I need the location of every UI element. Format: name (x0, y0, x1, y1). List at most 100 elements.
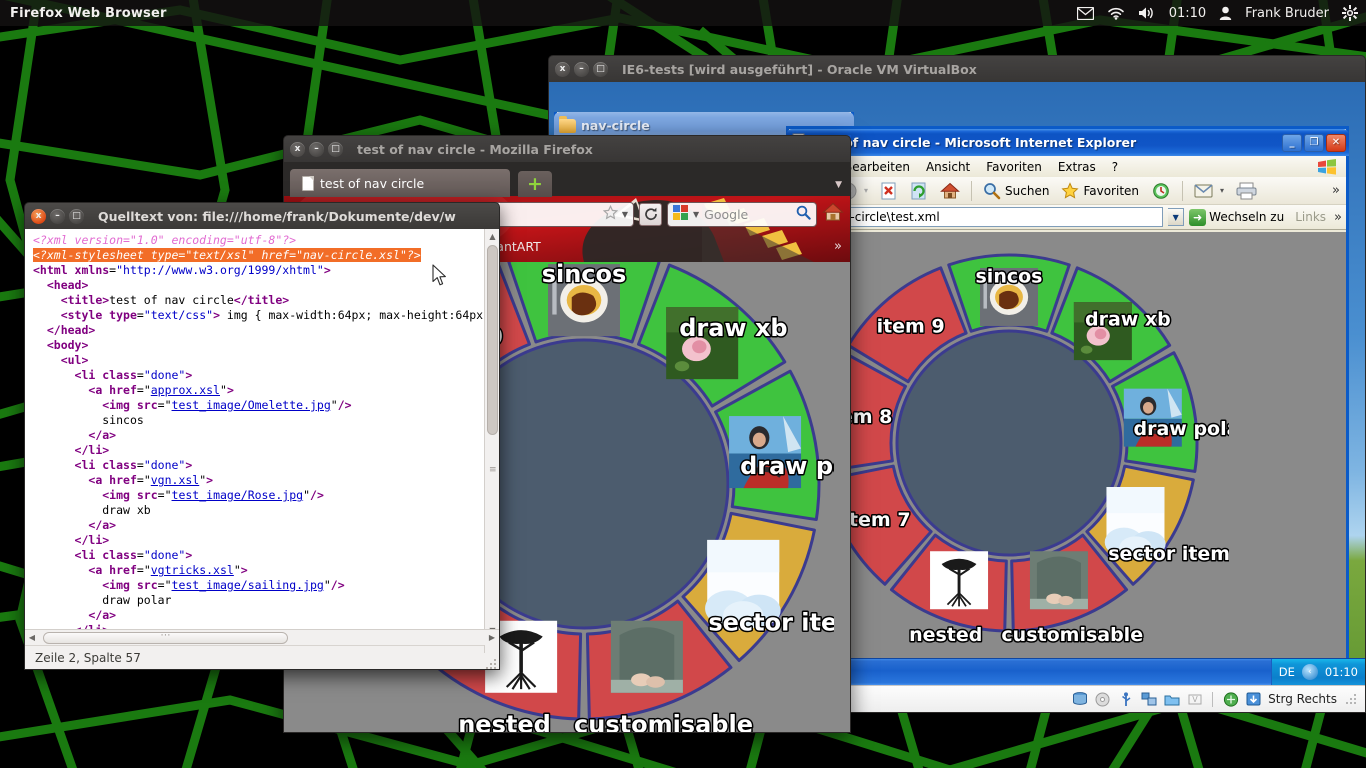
language-indicator[interactable]: DE (1279, 665, 1295, 679)
mail-icon[interactable] (1076, 6, 1094, 20)
firefox-tabbar[interactable]: test of nav circle + ▼ (284, 162, 850, 197)
bookmark-star-icon[interactable] (602, 204, 619, 223)
vbox-minimize-button[interactable]: – (574, 61, 589, 77)
ie-menu-favoriten[interactable]: Favoriten (986, 160, 1042, 174)
view-source-body[interactable]: <?xml version="1.0" encoding="utf-8"?> <?… (24, 229, 500, 670)
active-app-title[interactable]: Firefox Web Browser (0, 6, 167, 21)
top-panel-clock[interactable]: 01:10 (1169, 6, 1206, 21)
source-minimize-button[interactable]: – (50, 208, 65, 224)
ie-menu-help[interactable]: ? (1112, 160, 1118, 174)
view-source-window[interactable]: x – □ Quelltext von: file:///home/frank/… (24, 202, 500, 670)
source-code-view[interactable]: <?xml version="1.0" encoding="utf-8"?> <?… (25, 229, 499, 629)
ie-menu-bearbeiten[interactable]: Bearbeiten (844, 160, 910, 174)
ie-minimize-button[interactable]: _ (1282, 133, 1302, 152)
firefox-close-button[interactable]: x (290, 141, 305, 157)
mail-button[interactable]: ▾ (1191, 181, 1227, 201)
address-dropdown-arrow[interactable]: ▼ (1168, 208, 1185, 226)
source-resize-grip[interactable] (485, 655, 497, 669)
firefox-titlebar[interactable]: x – □ test of nav circle - Mozilla Firef… (283, 135, 851, 162)
nav-circle-segment-label[interactable]: draw polar (739, 450, 834, 481)
vbox-resize-grip[interactable] (1345, 693, 1357, 705)
toolbar-overflow-chevron[interactable]: » (1332, 183, 1342, 198)
nav-circle-segment-label[interactable]: draw xb (678, 313, 789, 344)
search-magnifier-icon[interactable] (796, 205, 811, 223)
source-close-button[interactable]: x (31, 208, 46, 224)
volume-icon[interactable] (1138, 6, 1156, 20)
nav-circle-segment-label[interactable]: sector item (1107, 541, 1229, 566)
host-key-icon[interactable] (1245, 692, 1262, 707)
nav-circle-segment-label[interactable]: nested (457, 709, 553, 733)
firefox-reload-button[interactable] (639, 202, 662, 226)
ie-titlebar[interactable]: test of nav circle - Microsoft Internet … (786, 129, 1349, 156)
nav-circle-segment-label[interactable]: customisable (1000, 623, 1145, 648)
search-input[interactable]: Google (704, 207, 791, 222)
search-engine-chevron-icon[interactable]: ▼ (693, 210, 699, 219)
ie-close-button[interactable]: ✕ (1326, 133, 1346, 152)
bookmarks-overflow-chevron[interactable]: » (834, 239, 842, 254)
print-button[interactable] (1233, 181, 1261, 201)
source-horizontal-scrollbar[interactable]: ◀ ▶ (25, 629, 499, 645)
user-icon[interactable] (1219, 6, 1232, 20)
source-vertical-scrollbar[interactable]: ▲ ▼ ≡ (484, 229, 499, 653)
shared-folder-icon[interactable] (1163, 692, 1180, 707)
cd-icon[interactable] (1094, 692, 1111, 707)
tray-chevron-icon[interactable]: ‹ (1301, 664, 1318, 680)
nav-circle-segment-label[interactable]: sincos (540, 262, 628, 289)
nav-circle-segment-label[interactable]: sincos (974, 264, 1044, 289)
usb-icon[interactable] (1117, 691, 1134, 707)
virtualbox-titlebar[interactable]: x – □ IE6-tests [wird ausgeführt] - Orac… (548, 55, 1366, 82)
nav-circle-widget-ie[interactable]: sincos draw xb draw polar sector item cu… (789, 232, 1229, 658)
xp-system-tray[interactable]: DE ‹ 01:10 (1270, 658, 1365, 686)
tab-list-chevron-down-icon[interactable]: ▼ (835, 180, 842, 190)
nav-circle-segment-label[interactable]: nested (908, 623, 984, 648)
mail-dropdown-arrow[interactable]: ▾ (1220, 186, 1224, 195)
nav-circle-segment-label[interactable]: item 7 (841, 508, 912, 533)
gear-icon[interactable] (1342, 5, 1358, 21)
nav-circle-segment-label[interactable]: draw polar (1132, 417, 1229, 442)
nav-circle-segment-label[interactable]: draw xb (1083, 307, 1172, 332)
ie-toolbar[interactable]: ▾ ▾ Suchen (789, 177, 1346, 205)
address-overflow-chevron[interactable]: » (1331, 210, 1342, 225)
scroll-up-arrow-icon[interactable]: ▲ (485, 229, 500, 243)
search-button[interactable]: Suchen (980, 181, 1052, 201)
view-source-titlebar[interactable]: x – □ Quelltext von: file:///home/frank/… (24, 202, 500, 229)
wifi-icon[interactable] (1107, 6, 1125, 20)
internet-explorer-window[interactable]: test of nav circle - Microsoft Internet … (786, 126, 1349, 696)
links-label[interactable]: Links (1289, 210, 1326, 224)
source-maximize-button[interactable]: □ (69, 208, 84, 224)
ie-maximize-button[interactable]: ❐ (1304, 133, 1324, 152)
ie-page-content[interactable]: sincos draw xb draw polar sector item cu… (789, 232, 1346, 672)
firefox-maximize-button[interactable]: □ (328, 141, 343, 157)
current-user-name[interactable]: Frank Bruder (1245, 6, 1329, 21)
ie-address-bar[interactable]: E:\nav-circle\test.xml ▼ ➜ Wechseln zu L… (789, 205, 1346, 230)
home-button[interactable] (937, 181, 963, 201)
scroll-right-arrow-icon[interactable]: ▶ (485, 633, 499, 642)
history-button[interactable] (1148, 181, 1174, 201)
hdd-icon[interactable] (1071, 692, 1088, 707)
vertical-scroll-thumb[interactable] (487, 245, 498, 435)
url-dropdown-chevron-icon[interactable]: ▼ (622, 210, 628, 219)
video-capture-icon[interactable]: V (1186, 692, 1203, 707)
vbox-maximize-button[interactable]: □ (593, 61, 608, 77)
new-tab-button[interactable]: + (518, 171, 552, 197)
nav-circle-segment-label[interactable]: customisable (573, 709, 755, 733)
vbox-close-button[interactable]: x (555, 61, 570, 77)
firefox-home-button[interactable] (822, 202, 844, 226)
ie-menu-extras[interactable]: Extras (1058, 160, 1096, 174)
mouse-integration-icon[interactable] (1222, 691, 1239, 707)
stop-button[interactable] (877, 181, 901, 201)
scroll-left-arrow-icon[interactable]: ◀ (25, 633, 39, 642)
ie-menubar[interactable]: Datei Bearbeiten Ansicht Favoriten Extra… (789, 156, 1346, 177)
nav-circle-segment-label[interactable]: item 9 (875, 314, 946, 339)
firefox-search-bar[interactable]: ▼ Google (667, 201, 817, 227)
network-icon[interactable] (1140, 692, 1157, 707)
nav-circle-segment-label[interactable]: sector item (707, 607, 834, 638)
refresh-button[interactable] (907, 181, 931, 201)
firefox-tab[interactable]: test of nav circle (290, 169, 510, 197)
xp-taskbar-clock[interactable]: 01:10 (1325, 665, 1358, 679)
firefox-minimize-button[interactable]: – (309, 141, 324, 157)
horizontal-scroll-thumb[interactable] (43, 631, 288, 644)
ie-menu-ansicht[interactable]: Ansicht (926, 160, 970, 174)
go-button[interactable]: ➜ Wechseln zu (1189, 208, 1284, 226)
favorites-button[interactable]: Favoriten (1058, 181, 1142, 201)
